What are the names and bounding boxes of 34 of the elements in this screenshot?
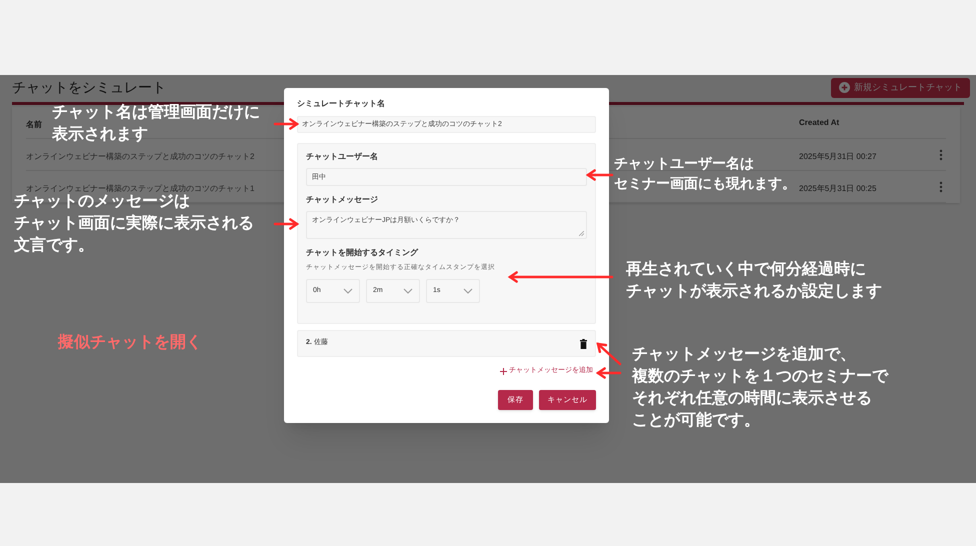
annotation-line: チャット名は管理画面だけに <box>52 102 260 123</box>
column-header: 名前 <box>26 120 42 128</box>
more-vertical-icon[interactable] <box>939 148 943 160</box>
annotation-line: チャットユーザー名は <box>614 154 754 173</box>
annotation-line: 表示されます <box>52 124 148 145</box>
plus-circle-icon <box>839 82 850 93</box>
annotation-line: チャット画面に実際に表示される <box>14 213 254 234</box>
plus-icon <box>500 368 507 375</box>
annotation-line: セミナー画面にも現れます。 <box>614 174 796 193</box>
field-label: チャットメッセージ <box>306 194 379 206</box>
chevron-down-icon <box>343 288 353 294</box>
field-label: シミュレートチャット名 <box>297 98 386 110</box>
table-cell: 2025年5月31日 00:27 <box>799 152 876 160</box>
chevron-down-icon <box>463 288 473 294</box>
more-vertical-icon[interactable] <box>939 180 943 192</box>
trash-icon[interactable] <box>580 338 587 348</box>
annotation-line: チャットのメッセージは <box>14 192 190 212</box>
field-label: チャットユーザー名 <box>306 151 379 163</box>
annotation-line: 文言です。 <box>14 235 94 256</box>
annotation-line: チャットメッセージを追加で、 <box>632 344 856 365</box>
annotation-line: それぞれ任意の時間に表示させる <box>632 388 872 409</box>
table-cell: 2025年5月31日 00:25 <box>799 184 876 192</box>
table-cell: オンラインウェビナー構築のステップと成功のコツのチャット1 <box>26 184 254 192</box>
field-label: チャットを開始するタイミング <box>306 247 420 259</box>
annotation-line: チャットが表示されるか設定します <box>626 281 882 302</box>
chevron-down-icon <box>403 288 413 294</box>
annotation-line: 再生されていく中で何分経過時に <box>626 260 866 280</box>
page-title: チャットをシミュレート <box>12 78 166 97</box>
callout-heading: 擬似チャットを開く <box>58 332 202 353</box>
annotation-line: 複数のチャットを１つのセミナーで <box>632 366 888 387</box>
column-header: Created At <box>799 116 840 128</box>
table-cell: オンラインウェビナー構築のステップと成功のコツのチャット2 <box>26 152 254 160</box>
annotation-line: ことが可能です。 <box>632 410 760 431</box>
resize-handle-icon[interactable] <box>579 231 584 236</box>
